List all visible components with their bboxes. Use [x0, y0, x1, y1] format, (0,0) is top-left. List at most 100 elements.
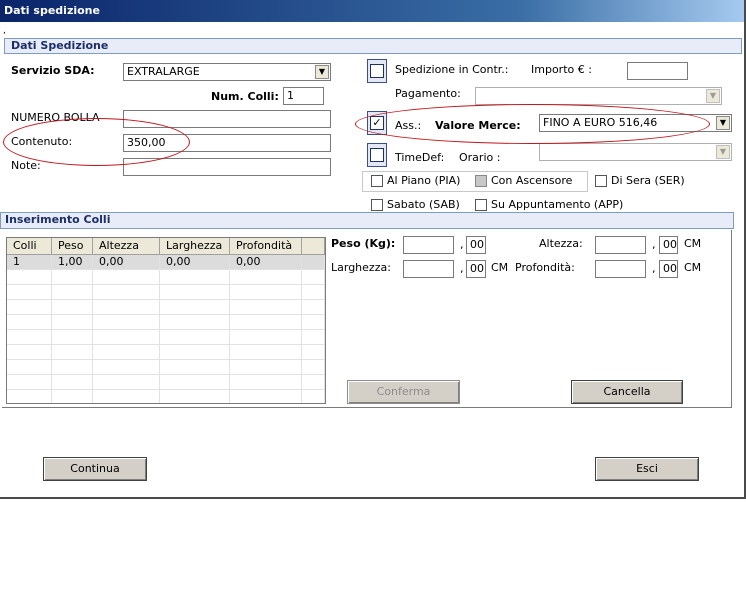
chevron-down-icon[interactable]: ▼	[716, 116, 730, 130]
empty-table-cell	[160, 345, 230, 359]
empty-table-cell	[93, 360, 160, 374]
servizio-value: EXTRALARGE	[127, 65, 200, 78]
empty-table-cell	[7, 330, 52, 344]
esci-button[interactable]: Esci	[595, 457, 699, 481]
empty-table-cell	[230, 375, 302, 389]
empty-table-cell	[302, 330, 325, 344]
empty-table-cell	[230, 315, 302, 329]
profondita-dec-input[interactable]: 00	[659, 260, 678, 278]
column-header[interactable]: Peso	[52, 238, 93, 254]
section-header-inserimento-colli: Inserimento Colli	[0, 212, 734, 229]
empty-table-cell	[93, 270, 160, 284]
larghezza-unit: CM	[491, 261, 509, 274]
chevron-down-icon[interactable]: ▼	[706, 89, 720, 103]
empty-table-cell	[52, 330, 93, 344]
empty-table-cell	[7, 285, 52, 299]
annotation-ellipse	[3, 118, 190, 166]
larghezza-int-input[interactable]	[403, 260, 454, 278]
al-piano-checkbox[interactable]	[371, 175, 383, 187]
pagamento-select[interactable]: ▼	[475, 87, 722, 105]
table-row[interactable]: 1 1,00 0,00 0,00 0,00	[7, 255, 325, 270]
empty-table-cell	[160, 360, 230, 374]
timedef-checkbox[interactable]	[367, 143, 387, 167]
section-header-dati-spedizione: Dati Spedizione	[4, 38, 742, 54]
larghezza-label: Larghezza:	[331, 261, 391, 274]
chevron-down-icon[interactable]: ▼	[315, 65, 329, 79]
peso-int-input[interactable]	[403, 236, 454, 254]
empty-table-cell	[302, 270, 325, 284]
comma: ,	[652, 238, 656, 251]
continua-button[interactable]: Continua	[43, 457, 147, 481]
empty-table-cell	[302, 390, 325, 403]
empty-table-row	[7, 300, 325, 315]
sabato-label: Sabato (SAB)	[387, 198, 460, 211]
importo-input[interactable]	[627, 62, 688, 80]
empty-table-cell	[52, 315, 93, 329]
di-sera-label: Di Sera (SER)	[611, 174, 685, 187]
servizio-select[interactable]: EXTRALARGE ▼	[123, 63, 331, 81]
empty-table-row	[7, 390, 325, 403]
su-appuntamento-checkbox[interactable]	[475, 199, 487, 211]
empty-table-cell	[230, 360, 302, 374]
table-cell: 0,00	[93, 255, 160, 269]
checkbox-box	[370, 64, 384, 78]
empty-table-row	[7, 270, 325, 285]
empty-table-cell	[230, 390, 302, 403]
window-titlebar: Dati spedizione	[0, 0, 744, 22]
larghezza-dec-input[interactable]: 00	[466, 260, 486, 278]
di-sera-checkbox[interactable]	[595, 175, 607, 187]
column-header	[302, 238, 325, 254]
empty-table-row	[7, 375, 325, 390]
empty-table-cell	[160, 390, 230, 403]
cancella-button[interactable]: Cancella	[571, 380, 683, 404]
num-colli-input[interactable]: 1	[283, 87, 324, 105]
empty-table-cell	[7, 345, 52, 359]
colli-table[interactable]: Colli Peso Altezza Larghezza Profondità …	[6, 237, 326, 404]
empty-table-cell	[52, 390, 93, 403]
table-cell	[302, 255, 325, 269]
profondita-int-input[interactable]	[595, 260, 646, 278]
altezza-int-input[interactable]	[595, 236, 646, 254]
spedizione-contr-checkbox[interactable]	[367, 59, 387, 83]
altezza-dec-input[interactable]: 00	[659, 236, 678, 254]
conferma-button[interactable]: Conferma	[347, 380, 460, 404]
servizio-label: Servizio SDA:	[11, 64, 95, 77]
column-header[interactable]: Larghezza	[160, 238, 230, 254]
empty-table-cell	[93, 390, 160, 403]
empty-table-cell	[52, 375, 93, 389]
column-header[interactable]: Colli	[7, 238, 52, 254]
empty-table-cell	[93, 300, 160, 314]
empty-table-cell	[302, 315, 325, 329]
al-piano-label: Al Piano (PIA)	[387, 174, 461, 187]
table-header: Colli Peso Altezza Larghezza Profondità	[7, 238, 325, 255]
empty-table-cell	[160, 300, 230, 314]
table-cell: 0,00	[230, 255, 302, 269]
empty-table-cell	[230, 330, 302, 344]
orario-select[interactable]: ▼	[539, 143, 732, 161]
sabato-checkbox[interactable]	[371, 199, 383, 211]
num-colli-label: Num. Colli:	[211, 90, 279, 103]
empty-table-cell	[302, 300, 325, 314]
spedizione-contr-label: Spedizione in Contr.:	[395, 63, 509, 76]
empty-table-cell	[7, 315, 52, 329]
altezza-unit: CM	[684, 237, 702, 250]
empty-table-cell	[52, 270, 93, 284]
empty-table-cell	[302, 360, 325, 374]
importo-label: Importo € :	[531, 63, 592, 76]
column-header[interactable]: Altezza	[93, 238, 160, 254]
empty-table-cell	[7, 300, 52, 314]
empty-table-cell	[230, 300, 302, 314]
con-ascensore-checkbox[interactable]	[475, 175, 487, 187]
empty-table-cell	[7, 375, 52, 389]
empty-table-cell	[302, 345, 325, 359]
checkbox-box	[370, 148, 384, 162]
peso-dec-input[interactable]: 00	[466, 236, 486, 254]
comma: ,	[460, 238, 464, 251]
chevron-down-icon[interactable]: ▼	[716, 145, 730, 159]
table-cell: 1	[7, 255, 52, 269]
column-header[interactable]: Profondità	[230, 238, 302, 254]
altezza-label: Altezza:	[539, 237, 583, 250]
profondita-label: Profondità:	[515, 261, 575, 274]
orario-label: Orario :	[459, 151, 501, 164]
empty-table-cell	[52, 345, 93, 359]
